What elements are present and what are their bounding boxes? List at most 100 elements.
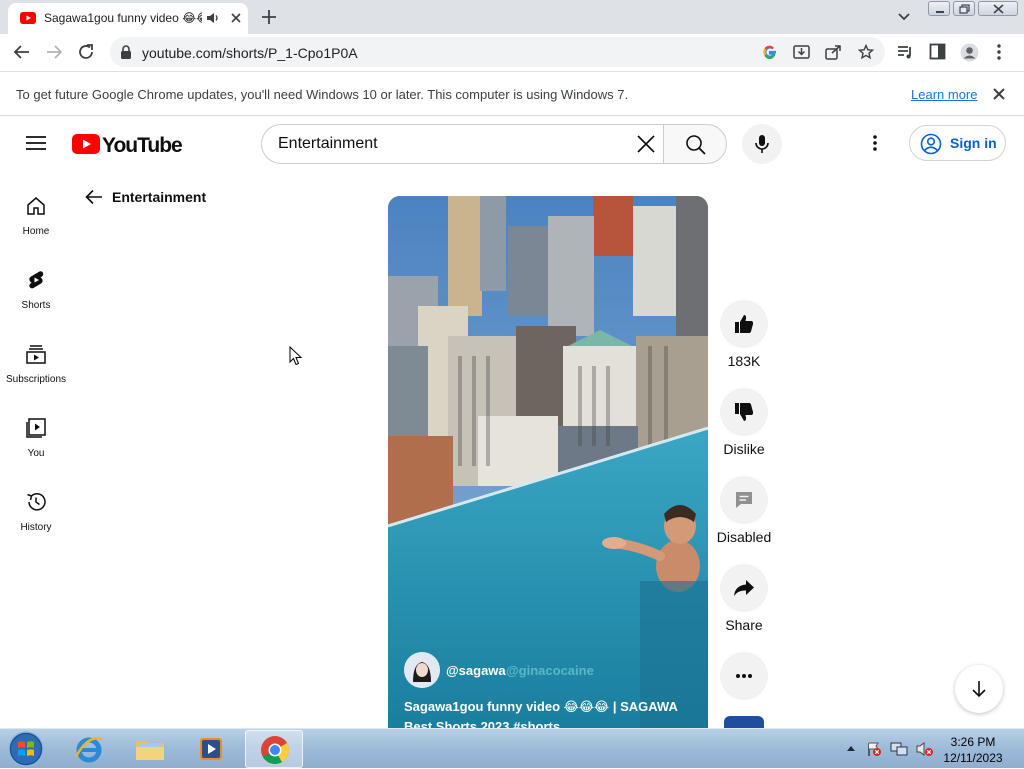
- video-watermark-text: @ginacocaine: [506, 663, 594, 678]
- tab-search-chevron-icon[interactable]: [897, 12, 911, 22]
- history-icon: [27, 493, 46, 511]
- share-label: Share: [725, 617, 763, 633]
- volume-muted-icon[interactable]: [916, 741, 934, 757]
- you-library-icon: [26, 418, 46, 438]
- rail-label: Home: [22, 226, 50, 237]
- tab-title: Sagawa1gou funny video 😂😂😂 | SAGAWA: [44, 11, 202, 25]
- back-arrow-icon: [85, 189, 102, 205]
- new-tab-icon[interactable]: [261, 9, 277, 25]
- dislike-button[interactable]: [720, 388, 768, 436]
- home-icon: [27, 197, 45, 215]
- youtube-logo[interactable]: YouTube: [72, 134, 183, 157]
- comments-disabled-label: Disabled: [716, 529, 772, 545]
- browser-tab[interactable]: Sagawa1gou funny video 😂😂😂 | SAGAWA: [8, 3, 248, 34]
- learn-more-link[interactable]: Learn more: [911, 87, 977, 102]
- internet-explorer-icon: [74, 737, 103, 763]
- media-player-icon: [200, 738, 222, 760]
- network-icon[interactable]: [890, 741, 908, 757]
- back-to-entertainment-button[interactable]: Entertainment: [84, 187, 206, 207]
- more-actions-button[interactable]: [720, 652, 768, 700]
- youtube-play-logo-icon: [72, 134, 100, 154]
- youtube-masthead: YouTube Entertainment Sign in: [0, 117, 1024, 173]
- comments-icon: [736, 492, 752, 508]
- browser-tab-strip: Sagawa1gou funny video 😂😂😂 | SAGAWA: [0, 0, 1024, 34]
- rail-item-subscriptions[interactable]: Subscriptions: [0, 343, 72, 417]
- youtube-wordmark: YouTube: [102, 134, 183, 157]
- install-app-icon[interactable]: [793, 44, 810, 60]
- dislike-label: Dislike: [723, 441, 765, 457]
- media-controls-icon[interactable]: [896, 43, 914, 61]
- rail-label: History: [20, 522, 52, 533]
- channel-handle[interactable]: @sagawa: [446, 663, 506, 678]
- share-arrow-icon: [734, 580, 754, 596]
- guide-menu-icon[interactable]: [26, 135, 46, 151]
- short-title: Sagawa1gou funny video 😂😂😂 | SAGAWA Best…: [404, 699, 678, 728]
- comments-button[interactable]: [720, 476, 768, 524]
- voice-search-button[interactable]: [742, 124, 782, 164]
- sign-in-label: Sign in: [950, 135, 997, 151]
- share-page-icon[interactable]: [825, 44, 842, 60]
- back-arrow-icon[interactable]: [13, 43, 31, 61]
- back-label: Entertainment: [112, 189, 207, 205]
- reload-icon[interactable]: [77, 43, 95, 61]
- clock-time[interactable]: 3:26 PM: [942, 735, 1004, 749]
- url-text[interactable]: youtube.com/shorts/P_1-Cpo1P0A: [142, 45, 358, 61]
- browser-toolbar: youtube.com/shorts/P_1-Cpo1P0A: [0, 34, 1024, 71]
- address-bar[interactable]: youtube.com/shorts/P_1-Cpo1P0A: [110, 37, 885, 67]
- action-center-flag-icon[interactable]: [866, 741, 882, 757]
- taskbar-chrome[interactable]: [245, 730, 303, 768]
- shorts-icon: [29, 271, 44, 289]
- forward-arrow-icon[interactable]: [45, 43, 63, 61]
- window-restore-button[interactable]: [953, 1, 975, 16]
- search-icon: [686, 135, 706, 155]
- tab-audio-icon[interactable]: [206, 12, 220, 24]
- taskbar-media-player[interactable]: [182, 730, 240, 768]
- rail-label: Subscriptions: [5, 374, 67, 385]
- clear-search-icon[interactable]: [636, 134, 656, 154]
- rail-item-history[interactable]: History: [0, 491, 72, 565]
- rail-item-home[interactable]: Home: [0, 195, 72, 269]
- bookmark-star-icon[interactable]: [858, 44, 874, 60]
- sign-in-button[interactable]: Sign in: [909, 125, 1006, 161]
- search-input[interactable]: Entertainment: [261, 124, 664, 164]
- profile-avatar-icon[interactable]: [960, 43, 979, 62]
- tab-close-icon[interactable]: [230, 12, 242, 24]
- infobar-message: To get future Google Chrome updates, you…: [16, 87, 629, 102]
- search-query[interactable]: Entertainment: [278, 135, 378, 153]
- update-infobar: To get future Google Chrome updates, you…: [0, 71, 1024, 116]
- rail-label: Shorts: [21, 300, 51, 311]
- chrome-icon: [261, 736, 289, 764]
- rail-item-shorts[interactable]: Shorts: [0, 269, 72, 343]
- windows-taskbar: 3:26 PM 12/11/2023: [0, 728, 1024, 768]
- arrow-down-icon: [972, 681, 986, 698]
- settings-kebab-icon[interactable]: [872, 134, 878, 152]
- microphone-icon: [755, 135, 769, 153]
- taskbar-internet-explorer[interactable]: [60, 730, 118, 768]
- mouse-pointer-icon: [289, 346, 303, 366]
- shorts-video-player[interactable]: @sagawa @ginacocaine Sagawa1gou funny vi…: [388, 196, 708, 728]
- chrome-menu-icon[interactable]: [996, 43, 1002, 61]
- sound-source-avatar[interactable]: [724, 716, 764, 728]
- clock-date[interactable]: 12/11/2023: [942, 751, 1004, 765]
- lock-icon[interactable]: [120, 45, 132, 59]
- like-count: 183K: [727, 353, 761, 369]
- start-button[interactable]: [6, 730, 46, 768]
- next-short-button[interactable]: [955, 665, 1003, 713]
- infobar-close-icon[interactable]: [992, 87, 1006, 101]
- account-circle-icon: [920, 133, 942, 155]
- video-frame-skyline-image: [388, 196, 708, 728]
- share-button[interactable]: [720, 564, 768, 612]
- window-minimize-button[interactable]: [928, 1, 950, 16]
- side-panel-icon[interactable]: [929, 43, 946, 60]
- rail-item-you[interactable]: You: [0, 417, 72, 491]
- window-close-button[interactable]: [978, 1, 1018, 16]
- like-button[interactable]: [720, 300, 768, 348]
- search-button[interactable]: [663, 124, 727, 164]
- windows-start-orb-icon: [8, 731, 44, 767]
- google-g-icon[interactable]: [762, 44, 778, 60]
- taskbar-file-explorer[interactable]: [121, 730, 179, 768]
- folder-icon: [136, 741, 164, 760]
- channel-avatar[interactable]: [404, 652, 440, 688]
- show-hidden-icons-icon[interactable]: [846, 744, 856, 752]
- subscriptions-icon: [26, 345, 46, 364]
